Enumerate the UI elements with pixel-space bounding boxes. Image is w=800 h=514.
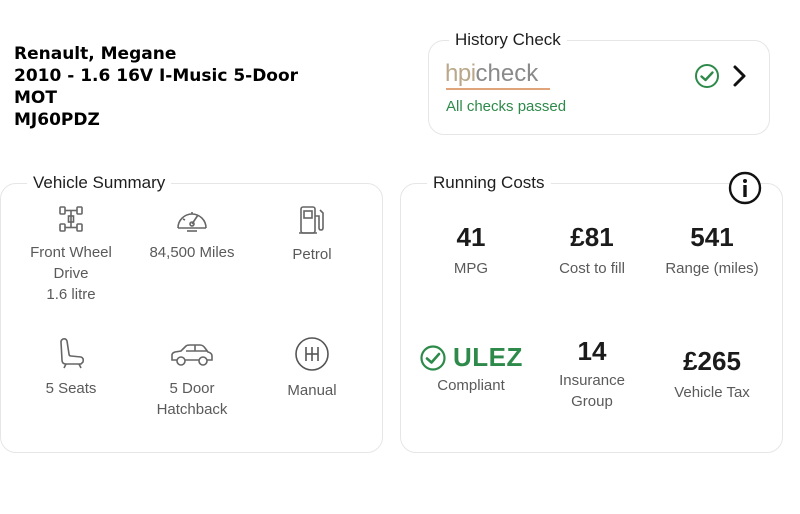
vehicle-summary-title: Vehicle Summary — [27, 173, 172, 193]
vehicle-header: Renault, Megane 2010 - 1.6 16V I-Music 5… — [14, 43, 298, 131]
speedometer-icon — [177, 212, 207, 232]
spec-label-line: Drive — [53, 265, 89, 282]
spec-drivetrain: Front Wheel Drive 1.6 litre — [11, 204, 131, 305]
history-check-card[interactable]: History Check hpicheck All checks passed — [428, 30, 770, 135]
vehicle-make-model: Renault, Megane — [14, 44, 177, 64]
spec-label-line: 5 Door — [169, 380, 215, 397]
ulez-status: ULEZ Compliant — [419, 342, 539, 394]
vehicle-tax-label: Vehicle Tax — [674, 384, 750, 401]
running-costs-title: Running Costs — [427, 173, 551, 193]
hpi-check-logo: hpicheck — [445, 60, 539, 87]
vehicle-summary-card: Vehicle Summary Front Wheel Drive 1.6 li… — [0, 173, 383, 453]
mpg-label: MPG — [453, 260, 489, 277]
running-costs-card: Running Costs 41 MPG £81 Cost to fill 54… — [400, 171, 783, 453]
cost-insurance: 14 Insurance Group — [532, 336, 652, 412]
chevron-right-icon[interactable] — [729, 63, 751, 89]
ulez-value: ULEZ — [453, 342, 523, 372]
vehicle-variant: 2010 - 1.6 16V I-Music 5-Door — [14, 66, 299, 86]
vehicle-mot: MOT — [14, 88, 57, 108]
check-circle-icon — [695, 64, 719, 88]
spec-fuel: Petrol — [252, 204, 372, 265]
cost-range: 541 Range (miles) — [652, 222, 772, 279]
insurance-value: 14 — [577, 336, 607, 366]
range-value: 541 — [690, 222, 734, 252]
vehicle-tax-value: £265 — [683, 346, 741, 376]
range-label: Range (miles) — [665, 260, 759, 277]
ulez-check-icon — [420, 344, 446, 371]
seat-icon — [60, 337, 85, 369]
spec-label-line: Front Wheel — [30, 244, 112, 261]
fuel-pump-icon — [299, 206, 324, 234]
spec-label-line: 1.6 litre — [46, 286, 96, 303]
spec-gearbox: Manual — [252, 336, 372, 401]
info-icon[interactable] — [728, 171, 762, 205]
spec-label-line: Manual — [287, 382, 337, 399]
mpg-value: 41 — [456, 222, 486, 252]
insurance-label-line-1: Insurance — [559, 372, 625, 389]
ulez-label: Compliant — [437, 377, 505, 394]
cost-to-fill-label: Cost to fill — [559, 260, 625, 277]
spec-seats: 5 Seats — [11, 336, 131, 399]
spec-mileage: 84,500 Miles — [132, 204, 252, 263]
spec-label-line: Petrol — [292, 246, 332, 263]
spec-body: 5 Door Hatchback — [132, 342, 252, 420]
history-check-title: History Check — [449, 30, 567, 50]
cost-fill: £81 Cost to fill — [532, 222, 652, 279]
cost-to-fill-value: £81 — [570, 222, 614, 252]
car-icon — [171, 344, 213, 366]
history-status: All checks passed — [446, 98, 567, 115]
spec-label-line: 84,500 Miles — [149, 244, 235, 261]
spec-label-line: Hatchback — [156, 401, 228, 418]
cost-mpg: 41 MPG — [411, 222, 531, 279]
drivetrain-icon — [59, 206, 83, 232]
spec-label-line: 5 Seats — [45, 380, 97, 397]
ulez-head: ULEZ — [419, 342, 539, 373]
gearbox-icon — [295, 337, 329, 371]
hpi-logo-underline — [446, 88, 550, 90]
insurance-label-line-2: Group — [571, 393, 613, 410]
cost-tax: £265 Vehicle Tax — [652, 346, 772, 403]
vehicle-registration: MJ60PDZ — [14, 110, 100, 130]
